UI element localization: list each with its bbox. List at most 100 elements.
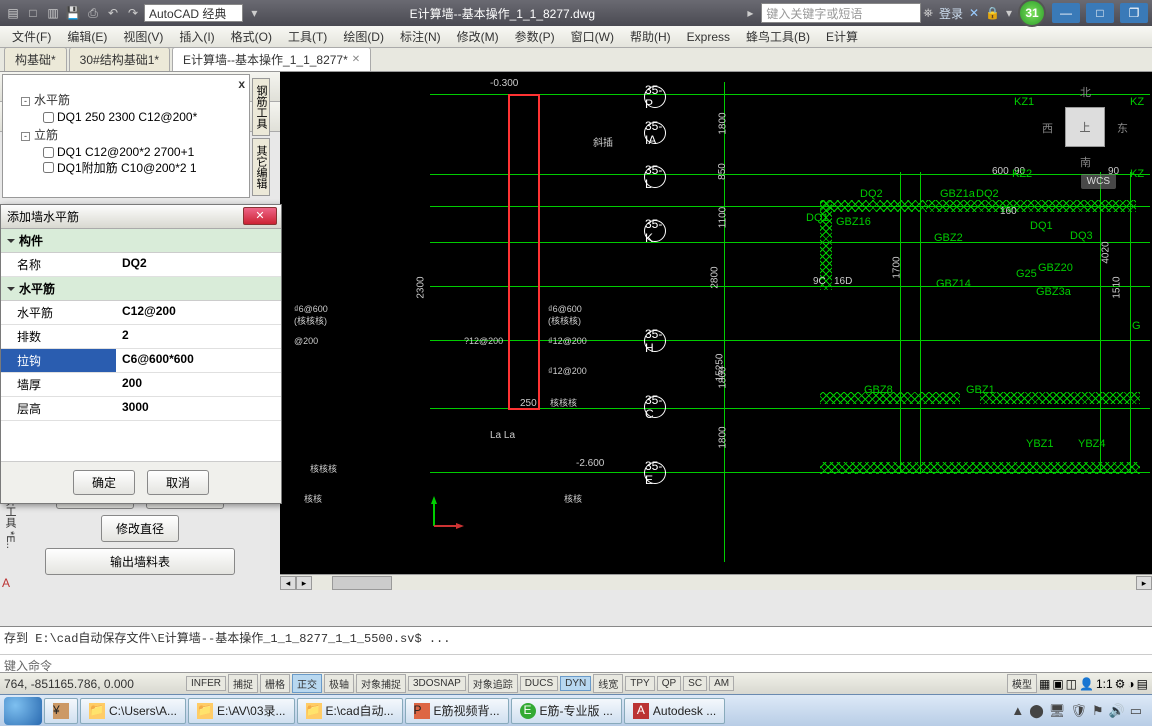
tree-node[interactable]: -水平筋 (3, 89, 249, 110)
start-button[interactable] (4, 697, 42, 725)
tray-icon[interactable]: ⬤ (1029, 703, 1044, 719)
tree-item[interactable]: DQ1 250 2300 C12@200* (3, 110, 249, 124)
status-toggle[interactable]: 3DOSNAP (408, 676, 466, 691)
menu-modify[interactable]: 修改(M) (449, 28, 507, 45)
scroll-thumb[interactable] (332, 576, 392, 590)
system-tray[interactable]: ▲ ⬤ 🖥 🛡 ⚑ 🔊 ▭ (1005, 703, 1148, 719)
undo-icon[interactable]: ↶ (104, 4, 122, 22)
print-icon[interactable]: ⎙ (84, 4, 102, 22)
prop-row[interactable]: 名称DQ2 (1, 253, 281, 277)
status-toggle[interactable]: 正交 (292, 674, 322, 693)
menu-edit[interactable]: 编辑(E) (59, 28, 115, 45)
doc-tab-1[interactable]: 构基础* (4, 47, 67, 71)
prop-row-selected[interactable]: 拉钩C6@600*600 (1, 349, 281, 373)
lock-icon[interactable]: 🔒 (985, 6, 1000, 20)
menu-dim[interactable]: 标注(N) (392, 28, 449, 45)
menu-draw[interactable]: 绘图(D) (335, 28, 392, 45)
btn-modify-diameter[interactable]: 修改直径 (101, 515, 179, 542)
menu-tools[interactable]: 工具(T) (280, 28, 335, 45)
tree-item[interactable]: DQ1附加筋 C10@200*2 1 (3, 159, 249, 176)
status-icon[interactable]: ◑ (1127, 677, 1134, 691)
tray-icon[interactable]: ▲ (1011, 703, 1024, 718)
notification-badge[interactable]: 31 (1018, 0, 1046, 27)
status-icon[interactable]: ⚙ (1115, 677, 1126, 691)
vtab-2[interactable]: 其它编辑 (252, 138, 270, 196)
scroll-end-icon[interactable]: ▸ (1136, 576, 1152, 590)
menu-express[interactable]: Express (679, 30, 738, 44)
menu-param[interactable]: 参数(P) (507, 28, 563, 45)
status-toggle[interactable]: DYN (560, 676, 591, 691)
scroll-right-icon[interactable]: ▸ (296, 576, 312, 590)
signin-icon[interactable]: ⛯ (923, 6, 933, 21)
scale-label[interactable]: 1:1 (1096, 677, 1113, 691)
maximize-button[interactable]: □ (1086, 3, 1114, 23)
tree-checkbox[interactable] (43, 147, 54, 158)
cancel-button[interactable]: 取消 (147, 470, 209, 495)
collapse-icon[interactable]: - (21, 132, 30, 141)
drawing-canvas[interactable]: -0.300 -2.600 2300 2800 1800 850 1100 18… (280, 72, 1152, 590)
viewcube[interactable]: 北 南 东 西 上 (1042, 84, 1128, 170)
status-icon[interactable]: ▤ (1137, 677, 1148, 691)
close-icon[interactable]: ✕ (352, 54, 360, 65)
menu-insert[interactable]: 插入(I) (171, 28, 222, 45)
btn-export-table[interactable]: 输出墙料表 (45, 548, 235, 575)
redo-icon[interactable]: ↷ (124, 4, 142, 22)
new-icon[interactable]: □ (24, 4, 42, 22)
search-input[interactable]: 键入关键字或短语 (761, 3, 921, 23)
menu-file[interactable]: 文件(F) (4, 28, 59, 45)
tray-icon[interactable]: 🖥 (1049, 703, 1066, 719)
tray-icon[interactable]: 🔊 (1109, 703, 1125, 719)
help-icon[interactable]: ▾ (1006, 6, 1012, 20)
status-toggle[interactable]: 栅格 (260, 674, 290, 693)
model-button[interactable]: 模型 (1007, 674, 1037, 693)
menu-fengniao[interactable]: 蜂鸟工具(B) (738, 28, 818, 45)
menu-help[interactable]: 帮助(H) (622, 28, 679, 45)
status-toggle[interactable]: INFER (186, 676, 226, 691)
open-icon[interactable]: ▥ (44, 4, 62, 22)
menu-window[interactable]: 窗口(W) (563, 28, 622, 45)
command-area[interactable]: 存到 E:\cad自动保存文件\E计算墙--基本操作_1_1_8277_1_1_… (0, 626, 1152, 672)
tray-icon[interactable]: 🛡 (1070, 703, 1087, 719)
section-header[interactable]: 水平筋 (1, 277, 281, 301)
status-toggle[interactable]: 极轴 (324, 674, 354, 693)
tray-icon[interactable]: ▭ (1130, 703, 1142, 719)
status-toggle[interactable]: SC (683, 676, 707, 691)
login-link[interactable]: 登录 (939, 5, 963, 22)
prop-row[interactable]: 水平筋C12@200 (1, 301, 281, 325)
prop-row[interactable]: 墙厚200 (1, 373, 281, 397)
status-toggle[interactable]: AM (709, 676, 734, 691)
collapse-icon[interactable]: - (21, 97, 30, 106)
status-toggle[interactable]: TPY (625, 676, 654, 691)
vtab-1[interactable]: 钢筋工具 (252, 78, 270, 136)
status-toggle[interactable]: 线宽 (593, 674, 623, 693)
tree-item[interactable]: DQ1 C12@200*2 2700+1 (3, 145, 249, 159)
ok-button[interactable]: 确定 (73, 470, 135, 495)
qat-more-icon[interactable]: ▾ (245, 4, 263, 22)
status-toggle[interactable]: 捕捉 (228, 674, 258, 693)
status-toggle[interactable]: 对象捕捉 (356, 674, 406, 693)
tree-checkbox[interactable] (43, 112, 54, 123)
panel-close-icon[interactable]: x (238, 77, 245, 91)
doc-tab-2[interactable]: 30#结构基础1* (69, 47, 170, 71)
tree-checkbox[interactable] (43, 162, 54, 173)
status-icon[interactable]: ▣ (1052, 677, 1063, 691)
app-menu-icon[interactable]: ▤ (4, 4, 22, 22)
status-toggle[interactable]: 对象追踪 (468, 674, 518, 693)
status-icon[interactable]: ▦ (1039, 677, 1050, 691)
h-scrollbar[interactable]: ◂ ▸ ▸ (280, 574, 1152, 590)
restore-button[interactable]: ❐ (1120, 3, 1148, 23)
tray-icon[interactable]: ⚑ (1092, 703, 1104, 719)
scroll-left-icon[interactable]: ◂ (280, 576, 296, 590)
exchange-icon[interactable]: ✕ (969, 6, 979, 20)
section-header[interactable]: 构件 (1, 229, 281, 253)
tree-node[interactable]: -立筋 (3, 124, 249, 145)
workspace-combo[interactable]: AutoCAD 经典 (144, 4, 243, 22)
status-icon[interactable]: ◫ (1066, 677, 1077, 691)
dialog-close-button[interactable]: ✕ (243, 207, 277, 225)
status-toggle[interactable]: DUCS (520, 676, 558, 691)
minimize-button[interactable]: ― (1052, 3, 1080, 23)
chevron-right-icon[interactable]: ▸ (741, 4, 759, 22)
dialog-title-bar[interactable]: 添加墙水平筋 ✕ (1, 205, 281, 229)
prop-row[interactable]: 层高3000 (1, 397, 281, 421)
save-icon[interactable]: 💾 (64, 4, 82, 22)
